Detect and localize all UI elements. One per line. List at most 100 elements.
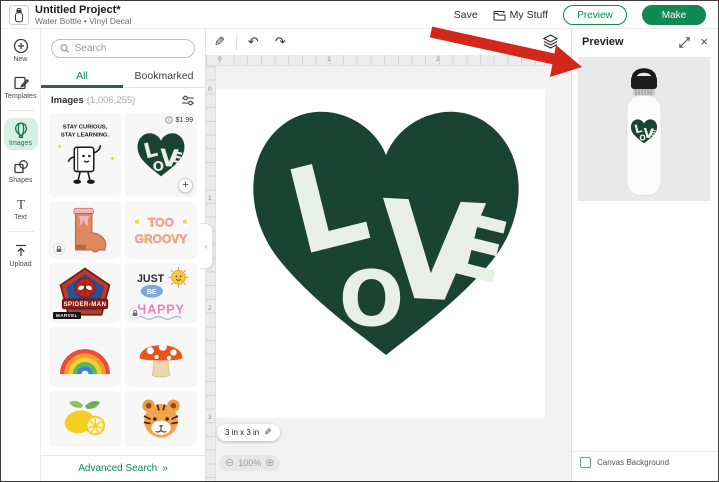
image-tile-stay-curious[interactable]: STAY CURIOUS, STAY LEARNING. ✦ ✦ — [49, 113, 121, 197]
horizontal-ruler: 0 1 2 — [206, 55, 571, 66]
layers-icon[interactable] — [542, 33, 559, 55]
nav-rail: New Templates Images Shapes T Text Uploa… — [1, 29, 41, 481]
upload-icon — [15, 244, 26, 256]
lock-icon — [129, 307, 141, 319]
svg-text:BE: BE — [147, 289, 157, 296]
search-box[interactable] — [51, 39, 195, 58]
chevron-left-icon: ‹ — [204, 241, 208, 251]
nav-item-text[interactable]: T Text — [4, 192, 38, 224]
add-image-button[interactable]: + — [178, 178, 193, 193]
groovy-art: TOO GROOVY — [131, 215, 191, 246]
image-tile-tiger[interactable] — [125, 391, 197, 447]
svg-text:STAY CURIOUS,: STAY CURIOUS, — [63, 125, 108, 131]
close-icon[interactable]: × — [700, 35, 708, 48]
images-panel: All Bookmarked Images (1,006,255) STAY C… — [41, 29, 206, 481]
filter-button[interactable] — [181, 95, 195, 106]
edit-size-pencil-icon[interactable]: ✎ — [264, 427, 272, 438]
canvas-size-chip[interactable]: 3 in x 3 in ✎ — [217, 424, 280, 441]
mushroom-art — [139, 342, 183, 378]
image-tile-spider-man[interactable]: SPIDER-MAN MARVEL — [49, 263, 121, 323]
shapes-icon — [13, 160, 28, 174]
nav-item-templates[interactable]: Templates — [4, 71, 38, 103]
stay-curious-art: STAY CURIOUS, STAY LEARNING. ✦ ✦ — [57, 125, 115, 184]
nav-item-new[interactable]: New — [4, 34, 38, 66]
lock-icon — [53, 243, 65, 255]
preview-button[interactable]: Preview — [563, 5, 627, 25]
nav-item-shapes[interactable]: Shapes — [4, 155, 38, 187]
expand-icon[interactable] — [679, 36, 691, 48]
svg-text:TOO: TOO — [148, 215, 174, 229]
save-button[interactable]: Save — [454, 9, 478, 21]
canvas-toolbar: ✎ ↶ ↷ — [206, 29, 571, 55]
nav-item-upload[interactable]: Upload — [4, 239, 38, 271]
zoom-out-icon[interactable]: ⊖ — [225, 456, 234, 470]
results-label: Images — [51, 94, 84, 106]
chevrons-right-icon: » — [162, 463, 168, 474]
image-tile-lemons[interactable] — [49, 391, 121, 447]
zoom-in-icon[interactable]: ⊕ — [265, 456, 274, 470]
redo-icon[interactable]: ↷ — [267, 34, 294, 50]
info-icon — [165, 116, 174, 124]
search-input[interactable] — [74, 43, 186, 54]
undo-icon[interactable]: ↶ — [240, 34, 267, 50]
panel-tabs: All Bookmarked — [41, 65, 205, 88]
text-icon: T — [17, 197, 25, 212]
make-button[interactable]: Make — [642, 5, 706, 25]
folder-icon — [493, 10, 506, 21]
preview-panel: Preview × Canvas Background — [571, 29, 718, 481]
images-balloon-icon — [14, 122, 27, 138]
svg-text:SPIDER-MAN: SPIDER-MAN — [64, 301, 107, 308]
canvas-background-row: Canvas Background — [580, 457, 669, 468]
zoom-control: ⊖ 100% ⊕ — [219, 455, 281, 471]
search-icon — [60, 44, 70, 53]
svg-text:T: T — [17, 197, 25, 212]
svg-text:✦: ✦ — [109, 155, 115, 163]
rail-divider — [7, 231, 34, 232]
love-heart-design[interactable] — [239, 99, 533, 370]
image-tile-just-be-happy[interactable]: ​ JUST BE HAPPY — [125, 263, 197, 323]
image-tile-mushroom[interactable] — [125, 327, 197, 387]
water-bottle-preview — [626, 68, 662, 196]
water-bottle-icon — [15, 8, 23, 23]
active-tab-underline — [41, 85, 123, 88]
rail-divider — [7, 110, 34, 111]
project-subtitle: Water Bottle • Vinyl Decal — [35, 16, 132, 26]
advanced-search-link[interactable]: Advanced Search » — [41, 455, 205, 481]
filter-sliders-icon — [182, 95, 194, 105]
svg-text:STAY LEARNING.: STAY LEARNING. — [61, 133, 110, 139]
my-stuff-button[interactable]: My Stuff — [493, 9, 548, 21]
svg-text:GROOVY: GROOVY — [135, 232, 187, 246]
tiger-art — [142, 399, 180, 438]
project-thumbnail[interactable] — [9, 5, 29, 25]
image-tile-love-heart[interactable]: $1.99 + — [125, 113, 197, 197]
preview-panel-title: Preview — [582, 36, 624, 48]
canvas-background-checkbox[interactable] — [580, 457, 591, 468]
flower-icon — [131, 216, 143, 228]
panel-collapse-handle[interactable]: ‹ — [200, 223, 213, 269]
cowboy-boot-art — [73, 207, 107, 253]
product-preview-image — [578, 57, 710, 201]
tab-bookmarked[interactable]: Bookmarked — [123, 65, 205, 87]
image-results-grid: STAY CURIOUS, STAY LEARNING. ✦ ✦ $1.99 +… — [49, 113, 197, 447]
image-tile-rainbow[interactable] — [49, 327, 121, 387]
tile-price: $1.99 — [175, 116, 193, 124]
image-tile-groovy[interactable]: TOO GROOVY — [125, 201, 197, 259]
svg-text:JUST: JUST — [137, 273, 165, 285]
project-title[interactable]: Untitled Project* — [35, 4, 132, 16]
tab-all[interactable]: All — [41, 65, 123, 87]
lemons-art — [64, 400, 106, 436]
svg-text:✦: ✦ — [57, 143, 63, 151]
rainbow-art — [60, 349, 110, 375]
love-heart-thumb — [135, 131, 187, 179]
vertical-ruler: 0 1 2 3 — [206, 66, 216, 481]
nav-item-images[interactable]: Images — [3, 118, 38, 150]
canvas-background-label: Canvas Background — [597, 458, 670, 467]
template-icon — [13, 76, 29, 90]
svg-text:HAPPY: HAPPY — [137, 302, 184, 316]
image-tile-cowboy-boot[interactable] — [49, 201, 121, 259]
app-window: L O V E Untitled Project* Water Bottle •… — [0, 0, 719, 482]
canvas-workspace: ✎ ↶ ↷ 0 1 2 0 1 2 3 3 in x 3 in ✎ ⊖ 100%… — [206, 29, 571, 481]
flower-icon — [179, 216, 191, 228]
pencil-icon[interactable]: ✎ — [206, 34, 233, 50]
plus-circle-icon — [13, 38, 28, 54]
